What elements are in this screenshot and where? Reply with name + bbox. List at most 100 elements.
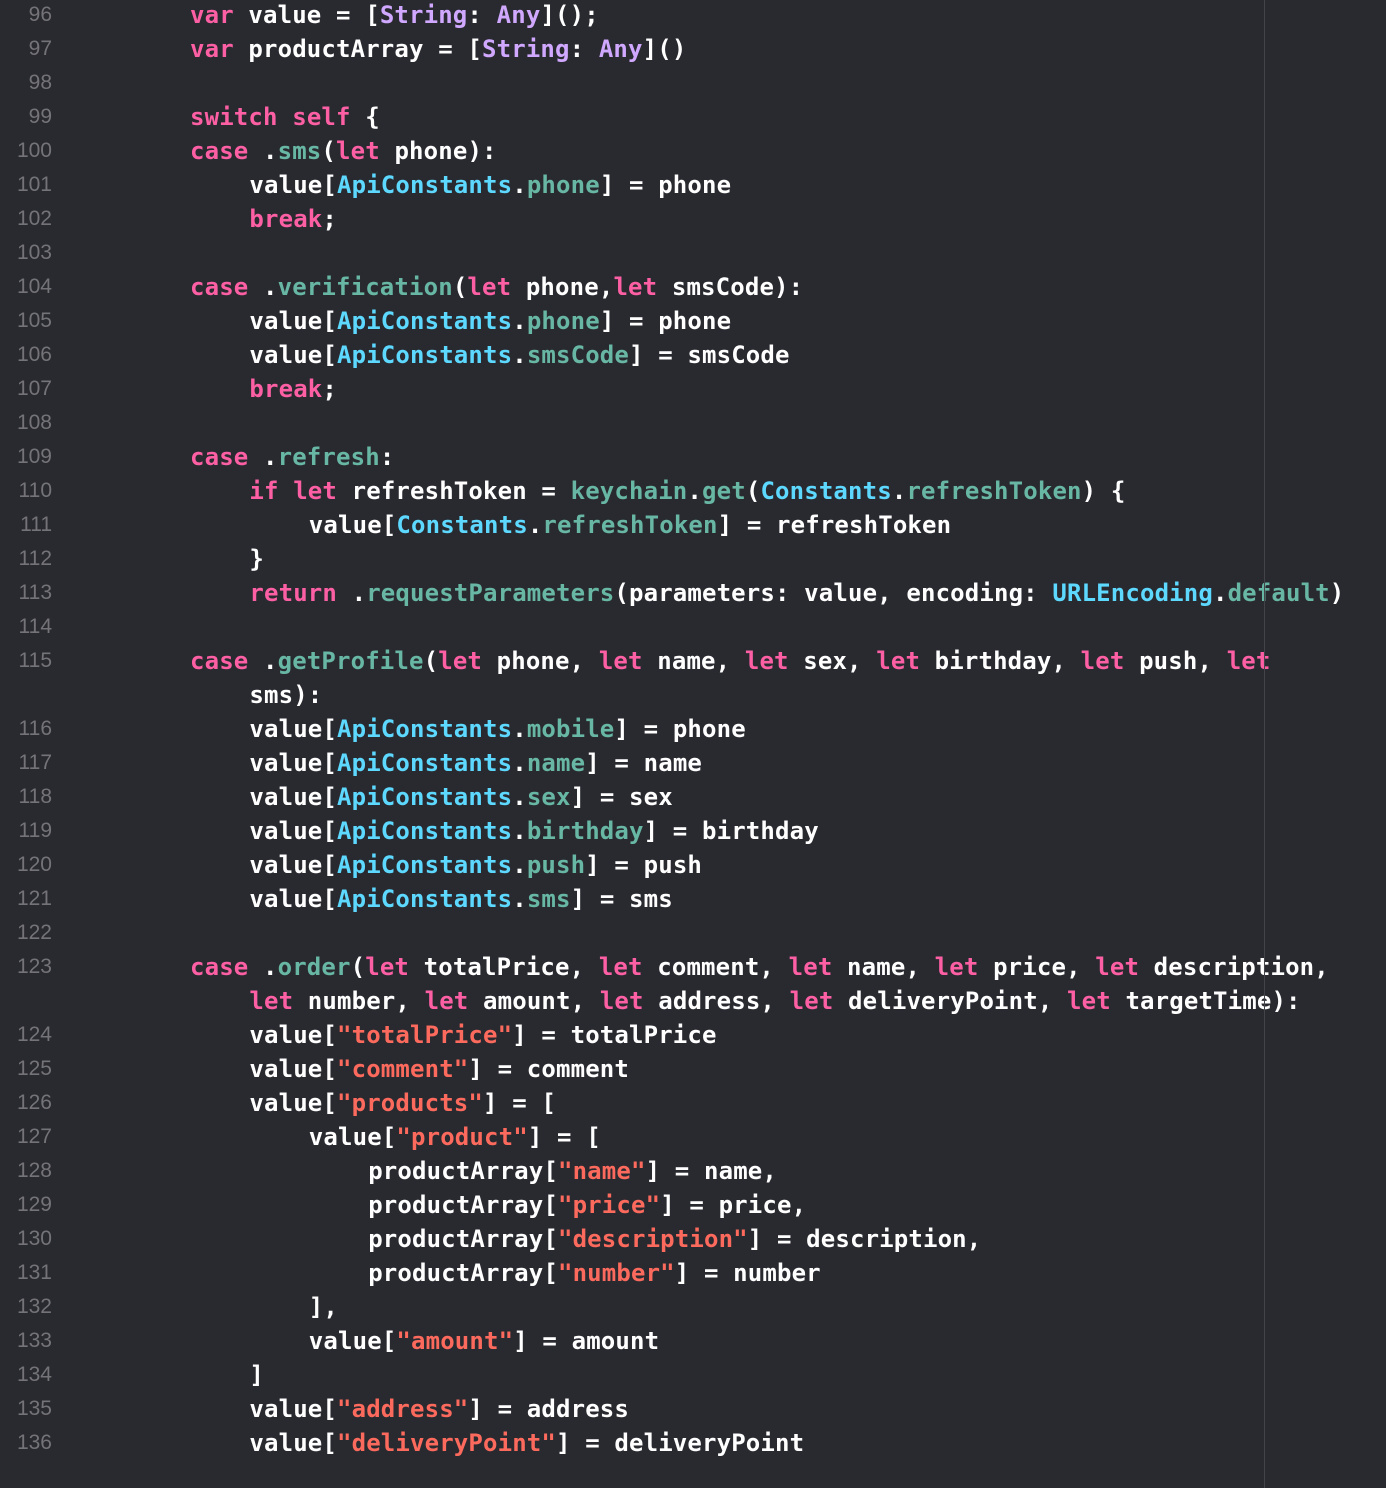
code-line[interactable]: sms):	[0, 678, 1386, 712]
code-token: productArray = [	[233, 35, 482, 63]
code-text[interactable]: case .order(let totalPrice, let comment,…	[190, 953, 1329, 981]
code-line[interactable]: 131 productArray["number"] = number	[0, 1256, 1386, 1290]
code-text[interactable]: value[ApiConstants.smsCode] = smsCode	[190, 341, 790, 369]
keyword-token: let	[293, 477, 338, 505]
line-number: 115	[18, 649, 52, 672]
code-line[interactable]: 135 value["address"] = address	[0, 1392, 1386, 1426]
code-token: birthday,	[920, 647, 1081, 675]
code-text[interactable]: case .refresh:	[190, 443, 394, 471]
code-line[interactable]: 119 value[ApiConstants.birthday] = birthd…	[0, 814, 1386, 848]
code-line[interactable]: let number, let amount, let address, let…	[0, 984, 1386, 1018]
code-line[interactable]: 102 break;	[0, 202, 1386, 236]
code-line[interactable]: 104 case .verification(let phone,let smsC…	[0, 270, 1386, 304]
code-line[interactable]: 121 value[ApiConstants.sms] = sms	[0, 882, 1386, 916]
code-editor[interactable]: 96 var value = [String: Any](); 97 var prod…	[0, 0, 1386, 1488]
code-line[interactable]: 105 value[ApiConstants.phone] = phone	[0, 304, 1386, 338]
code-text[interactable]: value["deliveryPoint"] = deliveryPoint	[190, 1429, 804, 1457]
code-line[interactable]: 109 case .refresh:	[0, 440, 1386, 474]
code-line[interactable]: 117 value[ApiConstants.name] = name	[0, 746, 1386, 780]
code-text[interactable]: value[ApiConstants.phone] = phone	[190, 307, 731, 335]
code-line[interactable]: 133 value["amount"] = amount	[0, 1324, 1386, 1358]
line-number: 134	[16, 1363, 52, 1386]
code-text[interactable]: productArray["name"] = name,	[190, 1157, 777, 1185]
code-text[interactable]: case .sms(let phone):	[190, 137, 497, 165]
code-text[interactable]: let number, let amount, let address, let…	[190, 987, 1301, 1015]
member-token: push	[526, 851, 586, 879]
code-text[interactable]: var value = [String: Any]();	[190, 1, 599, 29]
code-line[interactable]: 134]	[0, 1358, 1386, 1392]
code-line[interactable]: 101 value[ApiConstants.phone] = phone	[0, 168, 1386, 202]
code-line[interactable]: 136 value["deliveryPoint"] = deliveryPoin…	[0, 1426, 1386, 1460]
code-line[interactable]: 129 productArray["price"] = price,	[0, 1188, 1386, 1222]
line-number: 116	[18, 717, 52, 740]
code-text[interactable]: value[ApiConstants.sex] = sex	[190, 783, 673, 811]
code-text[interactable]: var productArray = [String: Any]()	[190, 35, 686, 63]
code-line[interactable]: 123 case .order(let totalPrice, let comme…	[0, 950, 1386, 984]
code-text[interactable]: sms):	[190, 681, 322, 709]
code-line[interactable]: 118 value[ApiConstants.sex] = sex	[0, 780, 1386, 814]
code-text[interactable]: case .verification(let phone,let smsCode…	[190, 273, 803, 301]
code-text[interactable]: productArray["number"] = number	[190, 1259, 821, 1287]
keyword-token: case	[190, 953, 249, 981]
code-line[interactable]: 128 productArray["name"] = name,	[0, 1154, 1386, 1188]
line-number: 119	[18, 819, 52, 842]
code-text[interactable]: productArray["price"] = price,	[190, 1191, 806, 1219]
code-text[interactable]: case .getProfile(let phone, let name, le…	[190, 647, 1271, 675]
code-text[interactable]: value["amount"] = amount	[190, 1327, 659, 1355]
code-text[interactable]: value["products"] = [	[190, 1089, 556, 1117]
code-text[interactable]: }	[190, 545, 264, 573]
code-text[interactable]: value["comment"] = comment	[190, 1055, 629, 1083]
type-token: Any	[496, 1, 541, 29]
code-line[interactable]: 116 value[ApiConstants.mobile] = phone	[0, 712, 1386, 746]
code-text[interactable]: productArray["description"] = descriptio…	[190, 1225, 981, 1253]
code-line[interactable]: 115 case .getProfile(let phone, let name,…	[0, 644, 1386, 678]
code-line[interactable]: 110 if let refreshToken = keychain.get(Co…	[0, 474, 1386, 508]
code-text[interactable]: ],	[190, 1293, 338, 1321]
code-line[interactable]: 130 productArray["description"] = descrip…	[0, 1222, 1386, 1256]
line-number: 132	[16, 1295, 52, 1318]
code-text[interactable]: value[ApiConstants.mobile] = phone	[190, 715, 746, 743]
code-text[interactable]: value["address"] = address	[190, 1395, 629, 1423]
code-text[interactable]: value[ApiConstants.sms] = sms	[190, 885, 673, 913]
code-line[interactable]: 122	[0, 916, 1386, 950]
code-line[interactable]: 127 value["product"] = [	[0, 1120, 1386, 1154]
code-text[interactable]: if let refreshToken = keychain.get(Const…	[190, 477, 1125, 505]
code-token: value[	[249, 1089, 337, 1117]
code-line[interactable]: 107 break;	[0, 372, 1386, 406]
code-text[interactable]: break;	[190, 205, 337, 233]
code-line[interactable]: 106 value[ApiConstants.smsCode] = smsCode	[0, 338, 1386, 372]
code-line[interactable]: 114	[0, 610, 1386, 644]
code-text[interactable]: value[ApiConstants.birthday] = birthday	[190, 817, 819, 845]
code-text[interactable]: value["totalPrice"] = totalPrice	[190, 1021, 717, 1049]
code-line[interactable]: 125 value["comment"] = comment	[0, 1052, 1386, 1086]
code-line[interactable]: 124 value["totalPrice"] = totalPrice	[0, 1018, 1386, 1052]
code-line[interactable]: 112}	[0, 542, 1386, 576]
code-text[interactable]: ]	[190, 1361, 264, 1389]
code-line[interactable]: 98	[0, 66, 1386, 100]
code-token: value[	[249, 1055, 337, 1083]
code-line[interactable]: 111 value[Constants.refreshToken] = refre…	[0, 508, 1386, 542]
code-text[interactable]: value[ApiConstants.phone] = phone	[190, 171, 731, 199]
code-text[interactable]: value[ApiConstants.push] = push	[190, 851, 702, 879]
code-text[interactable]: value[ApiConstants.name] = name	[190, 749, 702, 777]
code-line[interactable]: 132],	[0, 1290, 1386, 1324]
code-line[interactable]: 113 return .requestParameters(parameters:…	[0, 576, 1386, 610]
class-token: ApiConstants	[337, 715, 513, 743]
keyword-token: break	[249, 205, 323, 233]
keyword-token: let	[365, 953, 410, 981]
code-text[interactable]: switch self {	[190, 103, 380, 131]
code-line[interactable]: 108	[0, 406, 1386, 440]
code-token: productArray[	[368, 1259, 558, 1287]
code-line[interactable]: 126 value["products"] = [	[0, 1086, 1386, 1120]
code-line[interactable]: 99 switch self {	[0, 100, 1386, 134]
code-line[interactable]: 120 value[ApiConstants.push] = push	[0, 848, 1386, 882]
code-line[interactable]: 97 var productArray = [String: Any]()	[0, 32, 1386, 66]
class-token: ApiConstants	[337, 307, 513, 335]
code-line[interactable]: 103	[0, 236, 1386, 270]
code-text[interactable]: value["product"] = [	[190, 1123, 601, 1151]
code-line[interactable]: 100 case .sms(let phone):	[0, 134, 1386, 168]
code-text[interactable]: break;	[190, 375, 337, 403]
code-line[interactable]: 96 var value = [String: Any]();	[0, 0, 1386, 32]
code-text[interactable]: return .requestParameters(parameters: va…	[190, 579, 1344, 607]
code-text[interactable]: value[Constants.refreshToken] = refreshT…	[190, 511, 951, 539]
